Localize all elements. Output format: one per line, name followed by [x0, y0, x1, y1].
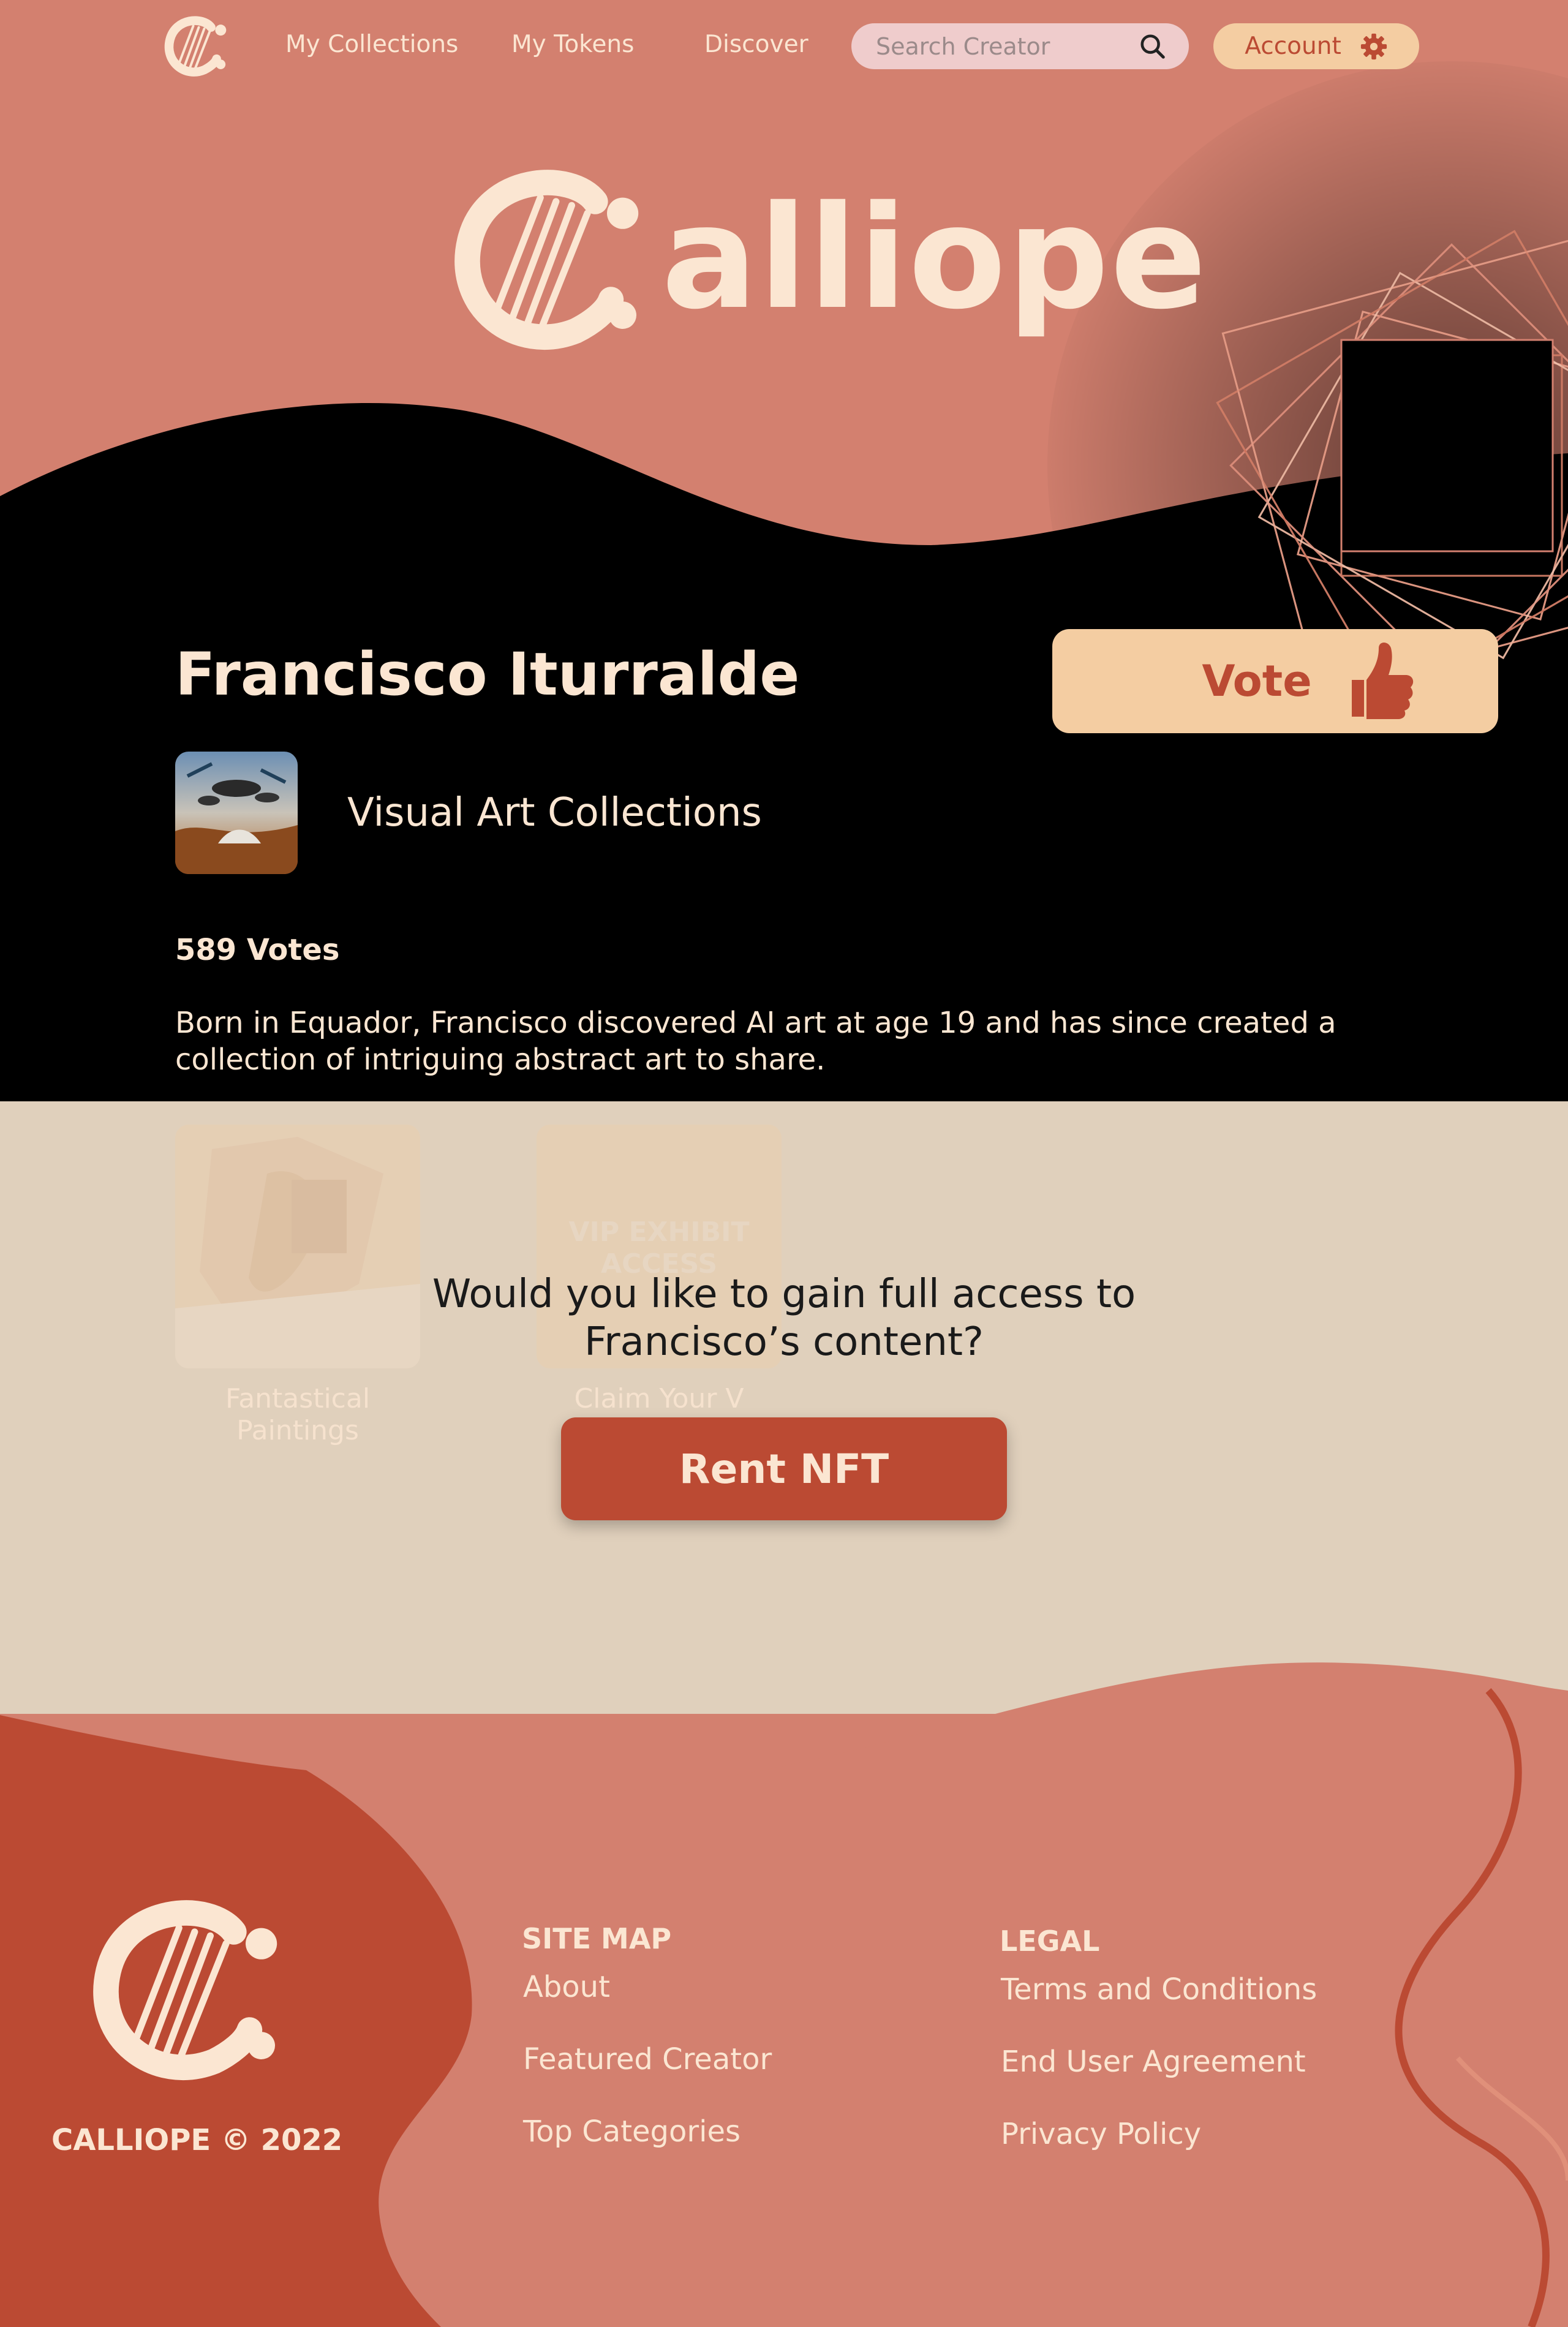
vote-count: 589 Votes: [175, 933, 340, 967]
nav-my-collections[interactable]: My Collections: [285, 31, 458, 58]
nav-my-tokens[interactable]: My Tokens: [511, 31, 634, 58]
gear-icon: [1360, 33, 1387, 59]
search-placeholder[interactable]: Search Creator: [876, 33, 1139, 60]
rent-nft-button[interactable]: Rent NFT: [561, 1417, 1007, 1520]
collection-thumbnail[interactable]: [175, 752, 298, 874]
brand-logo-icon: [454, 170, 639, 350]
account-label: Account: [1245, 32, 1341, 60]
footer-link-eula[interactable]: End User Agreement: [1001, 2045, 1306, 2079]
legal-heading: LEGAL: [1000, 1925, 1100, 1958]
collection-title[interactable]: Visual Art Collections: [347, 790, 762, 835]
access-question: Would you like to gain full access to Fr…: [0, 1270, 1568, 1366]
thumbs-up-icon: [1351, 643, 1413, 719]
footer-link-terms[interactable]: Terms and Conditions: [1001, 1972, 1317, 2007]
footer-link-about[interactable]: About: [523, 1970, 610, 2004]
spiro-core: [1340, 339, 1554, 553]
nav-discover[interactable]: Discover: [704, 31, 809, 58]
account-button[interactable]: Account: [1213, 23, 1419, 69]
search-icon[interactable]: [1139, 32, 1167, 61]
footer-link-privacy[interactable]: Privacy Policy: [1001, 2117, 1201, 2151]
logo-icon[interactable]: [160, 12, 232, 81]
rent-nft-label: Rent NFT: [679, 1445, 889, 1493]
locked-caption-vip: Claim Your V: [574, 1383, 744, 1414]
brand-wordmark: alliope: [662, 175, 1208, 341]
creator-name: Francisco Iturralde: [175, 640, 800, 709]
sitemap-heading: SITE MAP: [522, 1922, 672, 1955]
vote-button[interactable]: Vote: [1052, 629, 1498, 733]
footer-link-top-categories[interactable]: Top Categories: [523, 2114, 741, 2149]
locked-caption-fantastical: Fantastical Paintings: [225, 1383, 371, 1446]
vote-label: Vote: [1202, 656, 1312, 706]
footer-logo-icon: [93, 1900, 277, 2080]
access-question-text: Would you like to gain full access to Fr…: [432, 1272, 1136, 1365]
creator-bio: Born in Equador, Francisco discovered AI…: [175, 1006, 1336, 1077]
footer-copyright: CALLIOPE © 2022: [51, 2123, 343, 2157]
footer-link-featured-creator[interactable]: Featured Creator: [523, 2042, 772, 2076]
search-input[interactable]: Search Creator: [851, 23, 1189, 69]
